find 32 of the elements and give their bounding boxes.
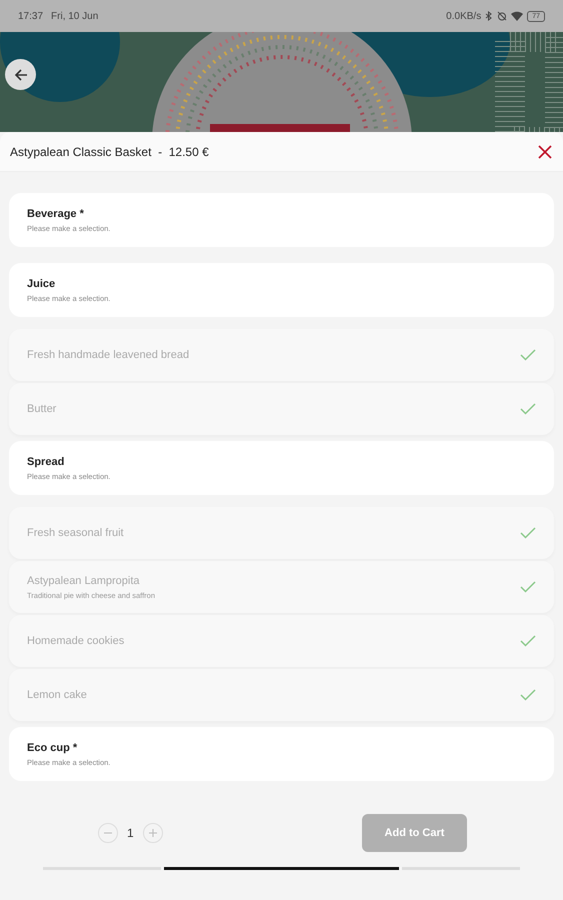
network-speed: 0.0KB/s xyxy=(446,10,482,24)
item-name: Astypalean Lampropita xyxy=(27,574,141,590)
status-time: 17:37 xyxy=(18,10,44,24)
bluetooth-icon xyxy=(485,11,494,21)
plus-icon xyxy=(148,828,158,838)
quantity-value: 1 xyxy=(127,825,134,842)
item-name: Homemade cookies xyxy=(27,634,124,649)
item-name: Lemon cake xyxy=(27,688,87,703)
included-item[interactable]: Fresh handmade leavened bread xyxy=(9,329,554,381)
check-icon xyxy=(520,403,536,415)
item-name: Spread xyxy=(27,455,66,470)
item-name: Fresh handmade leavened bread xyxy=(27,348,190,363)
included-item[interactable]: Lemon cake xyxy=(9,669,554,721)
check-icon xyxy=(520,689,536,701)
check-icon xyxy=(520,581,536,593)
item-name: Beverage * xyxy=(27,207,85,222)
item-name: Eco cup * xyxy=(27,741,78,756)
included-item[interactable]: Butter xyxy=(9,383,554,435)
wifi-icon xyxy=(511,11,524,21)
item-name: Juice xyxy=(27,277,56,292)
item-name: Fresh seasonal fruit xyxy=(27,526,124,541)
sheet-title: Astypalean Classic Basket - 12.50 € xyxy=(10,144,209,160)
check-icon xyxy=(520,349,536,361)
check-icon xyxy=(520,635,536,647)
close-button[interactable] xyxy=(537,144,553,160)
back-arrow-icon xyxy=(14,68,28,82)
status-date: Fri, 10 Jun xyxy=(51,10,98,24)
included-item[interactable]: Homemade cookies xyxy=(9,615,554,667)
check-icon xyxy=(520,527,536,539)
close-icon xyxy=(537,144,553,160)
included-item[interactable]: Fresh seasonal fruit xyxy=(9,507,554,559)
item-name: Butter xyxy=(27,402,56,417)
